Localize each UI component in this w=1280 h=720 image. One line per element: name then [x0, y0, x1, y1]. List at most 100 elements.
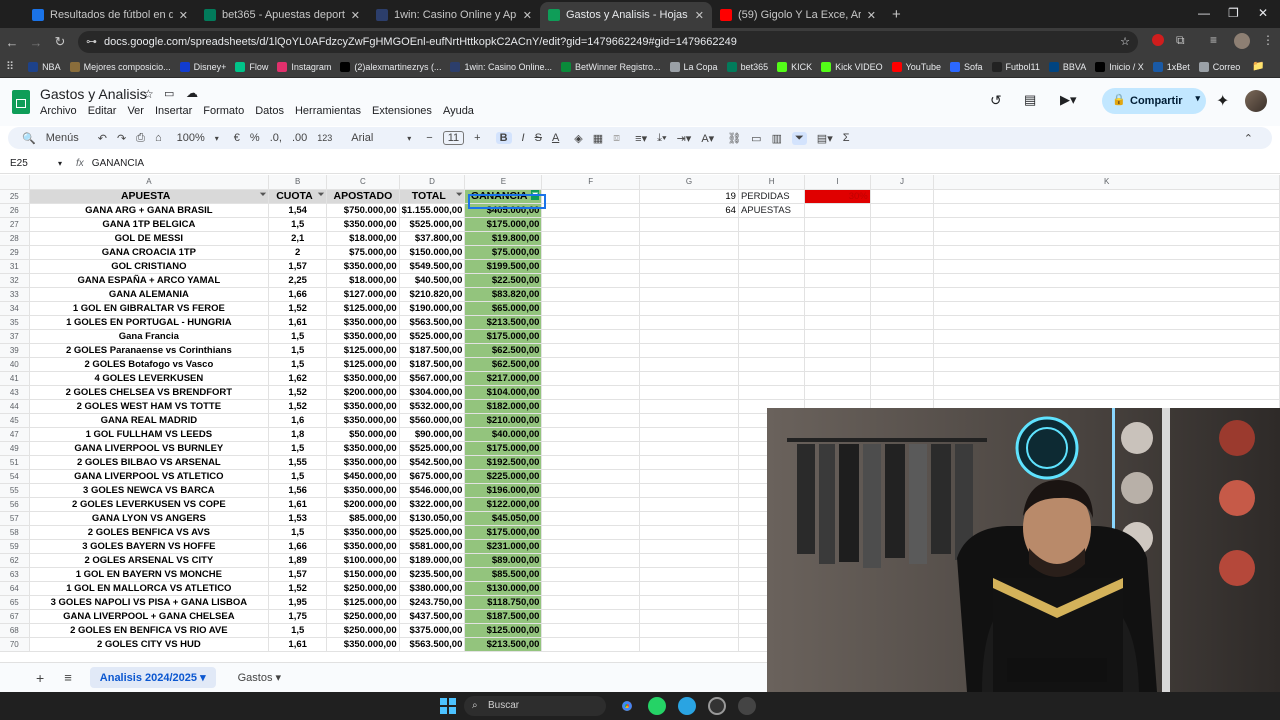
add-sheet-icon[interactable]: + [36, 670, 44, 686]
cell[interactable] [804, 245, 871, 260]
cell[interactable] [541, 595, 641, 610]
cell[interactable] [639, 413, 739, 428]
cell-total[interactable]: $187.500,00 [399, 357, 466, 372]
browser-tab[interactable]: (59) Gigolo Y La Exce, Arcangel ✕ [712, 2, 884, 28]
cell[interactable] [541, 329, 641, 344]
row-header[interactable]: 40 [0, 357, 30, 372]
cell[interactable] [639, 441, 739, 456]
cell-ganancia[interactable]: $225.000,00 [464, 469, 543, 484]
cell-apostado[interactable]: $75.000,00 [326, 245, 400, 260]
taskbar-search[interactable]: ⌕ Buscar [464, 696, 606, 716]
cell-cuota[interactable]: 1,53 [268, 511, 328, 526]
cell[interactable] [541, 343, 641, 358]
cell-total[interactable]: $525.000,00 [399, 441, 466, 456]
row-header[interactable]: 33 [0, 287, 30, 302]
cell[interactable] [639, 329, 739, 344]
restore-icon[interactable]: ❐ [1228, 6, 1239, 20]
cell[interactable] [870, 371, 935, 386]
cell[interactable] [541, 245, 641, 260]
cell[interactable] [933, 329, 1280, 344]
formula-input[interactable]: GANANCIA [92, 158, 144, 169]
row-header[interactable]: 65 [0, 595, 30, 610]
more-formats-button[interactable]: 123 [317, 133, 332, 143]
bookmark-item[interactable]: Inicio / X [1095, 61, 1144, 72]
bookmark-item[interactable]: Correo [1198, 61, 1240, 72]
header-apuesta[interactable]: APUESTA ⏷ [29, 189, 270, 204]
cell-percentage[interactable]: 30% [804, 189, 871, 204]
cell-apuesta[interactable]: GANA 1TP BELGICA [29, 217, 270, 232]
row-header[interactable]: 63 [0, 567, 30, 582]
row-header[interactable]: 37 [0, 329, 30, 344]
cell-total[interactable]: $235.500,00 [399, 567, 466, 582]
row-header[interactable]: 27 [0, 217, 30, 232]
sheet-tab-analisis[interactable]: Analisis 2024/2025 ▾ [89, 667, 216, 688]
cell[interactable] [933, 217, 1280, 232]
cell[interactable] [804, 231, 871, 246]
cell-ganancia[interactable]: $196.000,00 [464, 483, 543, 498]
cell-total[interactable]: $525.000,00 [399, 329, 466, 344]
cell-cuota[interactable]: 1,61 [268, 637, 328, 652]
cell[interactable] [541, 553, 641, 568]
bookmark-item[interactable]: Instagram [277, 61, 331, 72]
cell-apuesta[interactable]: GANA LIVERPOOL + GANA CHELSEA [29, 609, 270, 624]
close-tab-icon[interactable]: ✕ [179, 9, 188, 22]
cell-ganancia[interactable]: $175.000,00 [464, 441, 543, 456]
cell-apostado[interactable]: $350.000,00 [326, 217, 400, 232]
select-all-corner[interactable] [0, 175, 30, 190]
menu-item[interactable]: Extensiones [372, 105, 432, 117]
cell[interactable] [738, 259, 806, 274]
cell-apuesta[interactable]: GANA ALEMANIA [29, 287, 270, 302]
comment-icon[interactable]: ▭ [751, 132, 761, 145]
cell[interactable] [639, 315, 739, 330]
chevron-down-icon[interactable]: ▾ [407, 134, 411, 143]
header-total[interactable]: TOTAL ⏷ [399, 189, 466, 204]
row-header[interactable]: 31 [0, 259, 30, 274]
cell-apuestas-label[interactable]: APUESTAS [738, 203, 806, 218]
cell-ganancia[interactable]: $187.500,00 [464, 609, 543, 624]
bookmark-item[interactable]: 1xBet [1152, 61, 1190, 72]
cell[interactable] [870, 329, 935, 344]
document-title[interactable]: Gastos y Analisis [40, 86, 147, 102]
menu-item[interactable]: Ver [127, 105, 144, 117]
column-header[interactable]: I [804, 175, 871, 190]
cell-ganancia[interactable]: $175.000,00 [464, 329, 543, 344]
cell-total[interactable]: $90.000,00 [399, 427, 466, 442]
increase-decimal-button[interactable]: .00 [292, 132, 307, 144]
app-icon[interactable] [708, 697, 726, 715]
cell-apostado[interactable]: $200.000,00 [326, 497, 400, 512]
cell-cuota[interactable]: 1,61 [268, 315, 328, 330]
row-header[interactable]: 62 [0, 553, 30, 568]
cell-apuesta[interactable]: GANA LYON VS ANGERS [29, 511, 270, 526]
cell-apuesta[interactable]: 2 GOLES WEST HAM VS TOTTE [29, 399, 270, 414]
bookmark-item[interactable]: YouTube [891, 61, 941, 72]
cell-cuota[interactable]: 1,57 [268, 259, 328, 274]
cell-total[interactable]: $189.000,00 [399, 553, 466, 568]
cell[interactable] [933, 287, 1280, 302]
cell-apuesta[interactable]: 2 GOLES Botafogo vs Vasco [29, 357, 270, 372]
cell[interactable] [639, 301, 739, 316]
cell-ganancia[interactable]: $199.500,00 [464, 259, 543, 274]
cell-ganancia[interactable]: $182.000,00 [464, 399, 543, 414]
filter-icon[interactable]: ⏷ [318, 190, 324, 200]
cell-ganancia[interactable]: $65.000,00 [464, 301, 543, 316]
cell[interactable] [804, 371, 871, 386]
cell[interactable] [541, 483, 641, 498]
cell-ganancia[interactable]: $175.000,00 [464, 217, 543, 232]
cell-ganancia[interactable]: $62.500,00 [464, 343, 543, 358]
cell[interactable] [738, 273, 806, 288]
row-header[interactable]: 29 [0, 245, 30, 260]
cell-apostado[interactable]: $250.000,00 [326, 609, 400, 624]
link-icon[interactable]: ⛓ [727, 132, 741, 145]
cell[interactable] [639, 385, 739, 400]
active-filter-icon[interactable]: ⏷ [531, 190, 540, 200]
gemini-icon[interactable]: ✦ [1216, 91, 1229, 111]
cell[interactable] [541, 539, 641, 554]
cell[interactable] [870, 385, 935, 400]
bookmark-star-icon[interactable]: ☆ [1120, 31, 1130, 53]
cell-cuota[interactable]: 1,5 [268, 469, 328, 484]
cell-apostado[interactable]: $18.000,00 [326, 273, 400, 288]
borders-icon[interactable]: ▦ [593, 132, 603, 145]
cell-cuota[interactable]: 1,52 [268, 399, 328, 414]
cell[interactable] [933, 301, 1280, 316]
cell-apostado[interactable]: $350.000,00 [326, 539, 400, 554]
